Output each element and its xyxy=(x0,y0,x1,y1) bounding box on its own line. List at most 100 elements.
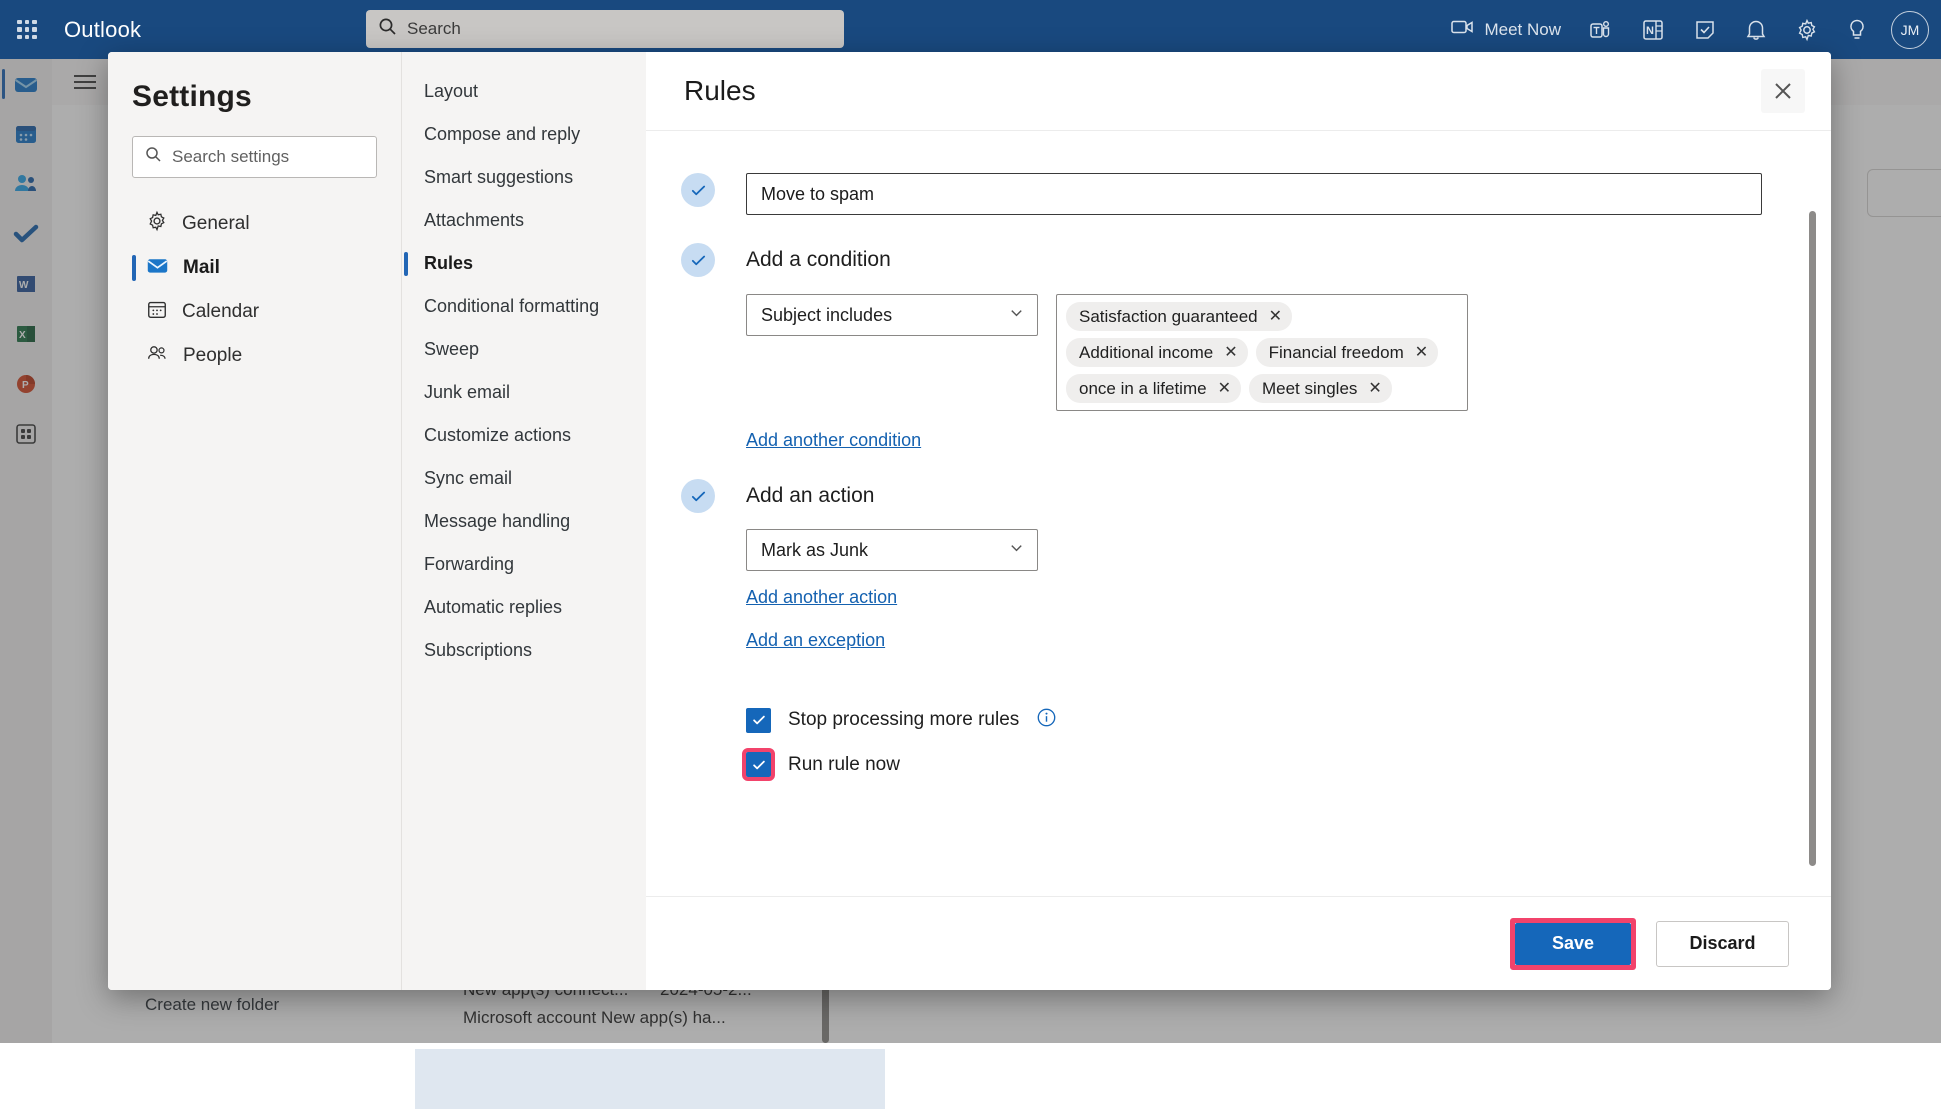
stop-processing-more-rules-row[interactable]: Stop processing more rules xyxy=(746,707,1831,733)
sidebar-item-mail[interactable]: Mail xyxy=(132,246,377,290)
action-type-select[interactable]: Mark as Junk xyxy=(746,529,1038,571)
header-actions: Meet Now N JM xyxy=(1437,0,1929,59)
action-heading: Add an action xyxy=(746,484,875,507)
mail-icon xyxy=(146,254,169,283)
sidebar-item-calendar[interactable]: Calendar xyxy=(132,290,377,334)
app-rail: W X P xyxy=(0,59,52,1043)
onenote-icon[interactable]: N xyxy=(1627,0,1679,59)
condition-keyword-tagbox[interactable]: Satisfaction guaranteed ✕ Additional inc… xyxy=(1056,294,1468,411)
rail-item-people[interactable] xyxy=(0,159,52,209)
subnav-item-subscriptions[interactable]: Subscriptions xyxy=(402,629,646,672)
rail-item-apps[interactable] xyxy=(0,409,52,459)
keyword-tag[interactable]: Meet singles ✕ xyxy=(1248,374,1392,403)
meet-now-label: Meet Now xyxy=(1484,19,1561,39)
info-icon[interactable] xyxy=(1036,707,1057,733)
rail-item-powerpoint[interactable]: P xyxy=(0,359,52,409)
page-title: Rules xyxy=(684,75,756,106)
save-button-highlight: Save xyxy=(1510,917,1636,970)
subnav-item-compose-and-reply[interactable]: Compose and reply xyxy=(402,113,646,156)
lightbulb-icon[interactable] xyxy=(1833,0,1881,59)
create-new-folder-link[interactable]: Create new folder xyxy=(145,995,279,1015)
keyword-tag-label: Financial freedom xyxy=(1268,342,1404,362)
calendar-icon xyxy=(146,298,168,326)
remove-tag-icon[interactable]: ✕ xyxy=(1218,380,1231,397)
waffle-icon[interactable] xyxy=(14,17,40,43)
close-icon[interactable] xyxy=(1761,69,1805,113)
subnav-item-automatic-replies[interactable]: Automatic replies xyxy=(402,586,646,629)
teams-icon[interactable] xyxy=(1575,0,1627,59)
rules-body-scrollbar[interactable] xyxy=(1809,211,1816,866)
stop-processing-checkbox[interactable] xyxy=(746,707,771,733)
bell-icon[interactable] xyxy=(1731,0,1781,59)
chevron-down-icon xyxy=(1008,304,1025,326)
settings-search-input[interactable] xyxy=(172,147,364,167)
people-icon xyxy=(146,342,169,371)
rail-item-excel[interactable]: X xyxy=(0,309,52,359)
rail-item-calendar[interactable] xyxy=(0,109,52,159)
keyword-tag[interactable]: Financial freedom ✕ xyxy=(1255,338,1439,367)
hamburger-icon[interactable] xyxy=(74,74,96,90)
subnav-item-customize-actions[interactable]: Customize actions xyxy=(402,414,646,457)
gear-icon[interactable] xyxy=(1781,0,1833,59)
remove-tag-icon[interactable]: ✕ xyxy=(1224,344,1237,361)
remove-tag-icon[interactable]: ✕ xyxy=(1415,344,1428,361)
svg-text:W: W xyxy=(19,280,29,291)
rule-name-input[interactable] xyxy=(746,173,1762,215)
rail-item-word[interactable]: W xyxy=(0,259,52,309)
keyword-tag[interactable]: Satisfaction guaranteed ✕ xyxy=(1066,302,1293,331)
keyword-tag[interactable]: Additional income ✕ xyxy=(1066,338,1248,367)
keyword-tag-label: Satisfaction guaranteed xyxy=(1079,306,1258,326)
add-another-condition-link[interactable]: Add another condition xyxy=(746,430,921,451)
rules-pane: Rules Ad xyxy=(646,52,1831,990)
meet-now-button[interactable]: Meet Now xyxy=(1437,0,1575,59)
remove-tag-icon[interactable]: ✕ xyxy=(1269,308,1282,325)
rail-item-todo[interactable] xyxy=(0,209,52,259)
settings-search[interactable] xyxy=(132,136,377,178)
subnav-item-conditional-formatting[interactable]: Conditional formatting xyxy=(402,285,646,328)
run-rule-now-checkbox[interactable] xyxy=(742,748,775,781)
subnav-item-rules[interactable]: Rules xyxy=(402,242,646,285)
subnav-item-sync-email[interactable]: Sync email xyxy=(402,457,646,500)
rules-pane-header: Rules xyxy=(646,52,1831,131)
subnav-item-junk-email[interactable]: Junk email xyxy=(402,371,646,414)
svg-text:N: N xyxy=(1646,25,1654,37)
save-button[interactable]: Save xyxy=(1515,922,1631,965)
condition-type-select[interactable]: Subject includes xyxy=(746,294,1038,336)
sidebar-item-label: General xyxy=(182,213,250,234)
subnav-item-forwarding[interactable]: Forwarding xyxy=(402,543,646,586)
svg-text:X: X xyxy=(19,330,26,341)
keyword-tag-label: Additional income xyxy=(1079,342,1214,362)
subnav-item-smart-suggestions[interactable]: Smart suggestions xyxy=(402,156,646,199)
sidebar-item-people[interactable]: People xyxy=(132,334,377,378)
add-another-action-link[interactable]: Add another action xyxy=(746,587,897,608)
app-brand-label[interactable]: Outlook xyxy=(64,17,141,43)
subnav-item-message-handling[interactable]: Message handling xyxy=(402,500,646,543)
discard-button[interactable]: Discard xyxy=(1656,920,1789,967)
condition-type-value: Subject includes xyxy=(761,304,893,325)
condition-step: Add a condition Subject includes Satisfa… xyxy=(646,243,1831,451)
message-preview: Microsoft account New app(s) ha... xyxy=(463,1008,726,1027)
rules-pane-footer: Save Discard xyxy=(646,896,1831,990)
settings-dialog: Settings General Mail xyxy=(108,52,1831,990)
sidebar-item-label: Mail xyxy=(183,257,220,278)
keyword-tag-label: Meet singles xyxy=(1261,378,1358,398)
add-an-exception-link[interactable]: Add an exception xyxy=(746,630,885,651)
keyword-tag[interactable]: once in a lifetime ✕ xyxy=(1066,374,1241,403)
condition-row: Subject includes Satisfaction guaranteed… xyxy=(746,294,1781,411)
rules-pane-body: Add a condition Subject includes Satisfa… xyxy=(646,131,1831,896)
run-rule-now-row[interactable]: Run rule now xyxy=(742,748,1831,781)
keyword-tag-label: once in a lifetime xyxy=(1079,378,1207,398)
global-search[interactable] xyxy=(366,10,844,48)
settings-left-pane: Settings General Mail xyxy=(108,52,401,990)
avatar[interactable]: JM xyxy=(1891,10,1929,49)
notes-icon[interactable] xyxy=(1679,0,1731,59)
subnav-item-layout[interactable]: Layout xyxy=(402,70,646,113)
subnav-item-sweep[interactable]: Sweep xyxy=(402,328,646,371)
message-list-selected-row[interactable] xyxy=(415,1049,885,1109)
sidebar-item-general[interactable]: General xyxy=(132,202,377,246)
reading-pane-control[interactable] xyxy=(1867,169,1941,217)
remove-tag-icon[interactable]: ✕ xyxy=(1368,380,1381,397)
rail-item-mail[interactable] xyxy=(0,59,52,109)
search-input[interactable] xyxy=(407,19,832,39)
subnav-item-attachments[interactable]: Attachments xyxy=(402,199,646,242)
